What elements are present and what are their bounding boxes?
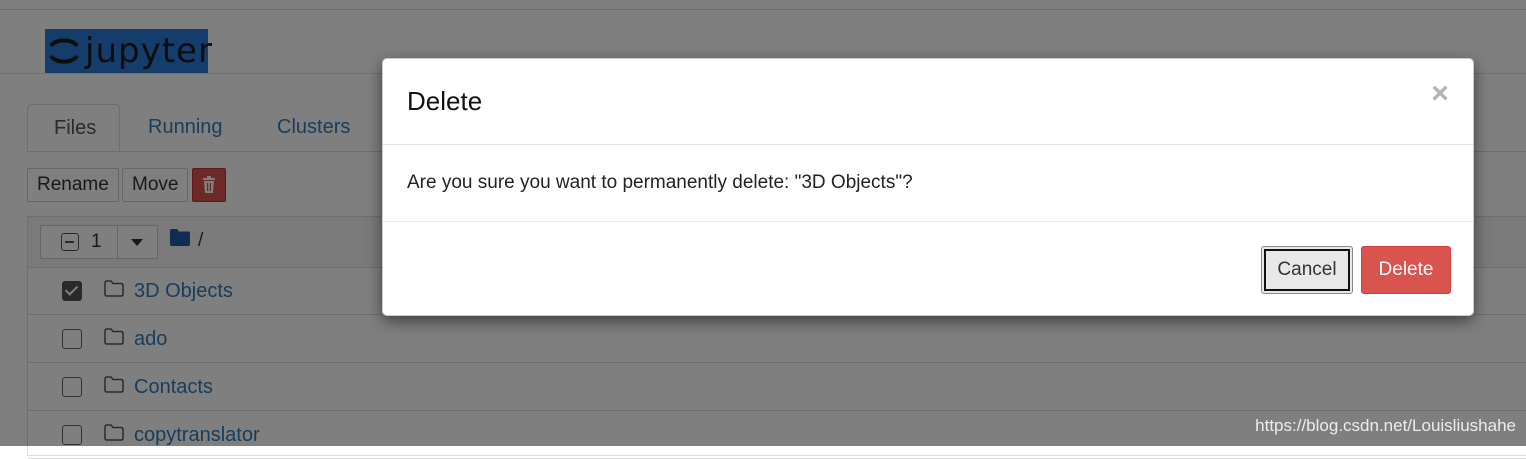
dialog-message: Are you sure you want to permanently del… [407, 172, 913, 193]
watermark-text: https://blog.csdn.net/Louisliushahe [1255, 416, 1516, 435]
cancel-button[interactable]: Cancel [1261, 246, 1353, 294]
dialog-title: Delete [407, 86, 483, 116]
confirm-delete-button[interactable]: Delete [1361, 246, 1451, 294]
close-icon[interactable]: × [1427, 79, 1453, 109]
dialog-footer: Cancel Delete [383, 221, 1473, 318]
delete-dialog: Delete × Are you sure you want to perman… [382, 58, 1474, 316]
dialog-header: Delete × [383, 59, 1473, 145]
